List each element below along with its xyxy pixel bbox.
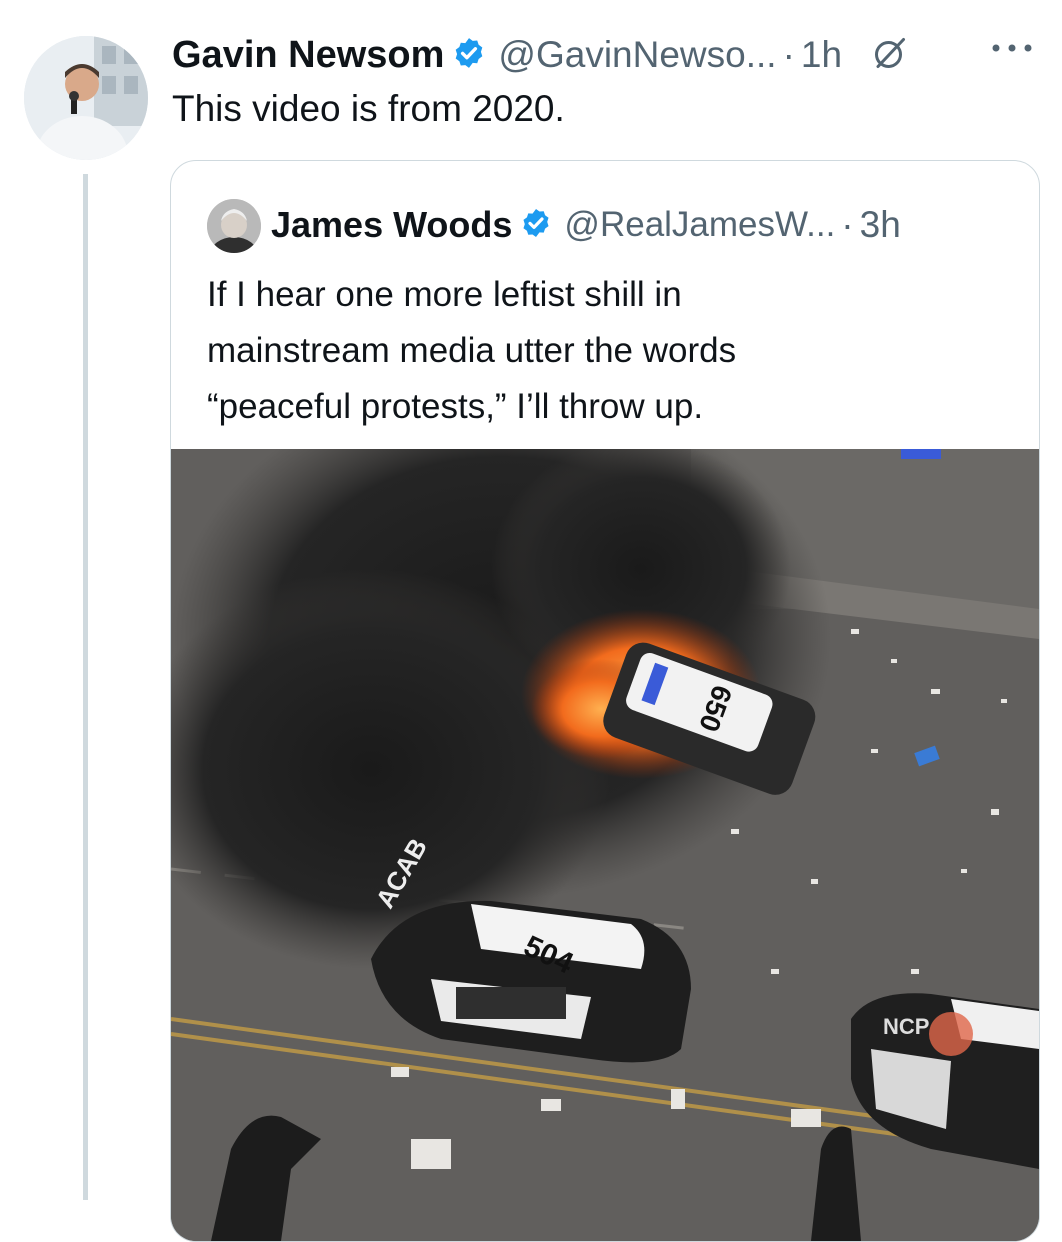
more-icon[interactable]	[990, 38, 1034, 58]
verified-badge-icon	[444, 36, 486, 75]
separator-dot: ·	[841, 204, 854, 245]
quoted-author-name[interactable]: James Woods	[271, 204, 512, 246]
quoted-tweet-time[interactable]: 3h	[860, 204, 901, 246]
quoted-text-line: “peaceful protests,” I’ll throw up.	[207, 387, 704, 426]
quoted-tweet-header: James Woods @RealJamesW... · 3h	[271, 201, 901, 249]
author-handle[interactable]: @GavinNewso...	[498, 34, 776, 76]
author-avatar[interactable]	[24, 36, 148, 160]
quoted-author-handle[interactable]: @RealJamesW...	[564, 205, 835, 245]
quoted-tweet[interactable]: James Woods @RealJamesW... · 3h If I hea…	[170, 160, 1040, 1242]
grok-icon[interactable]	[842, 35, 908, 76]
quoted-tweet-text: If I hear one more leftist shill in main…	[207, 267, 1007, 435]
tweet-time[interactable]: 1h	[801, 34, 842, 76]
tweet-header: Gavin Newsom @GavinNewso... · 1h	[172, 30, 908, 80]
car3-graffiti: NCP	[883, 1014, 929, 1039]
author-name[interactable]: Gavin Newsom	[172, 34, 444, 77]
tweet-text: This video is from 2020.	[172, 88, 565, 129]
quoted-author-avatar[interactable]	[207, 199, 261, 253]
quoted-text-line: mainstream media utter the words	[207, 331, 737, 370]
separator-dot: ·	[782, 34, 795, 75]
verified-badge-icon	[512, 207, 552, 244]
thread-line	[83, 174, 88, 1200]
quoted-text-line: If I hear one more leftist shill in	[207, 275, 682, 314]
tweet-media-video[interactable]: 650 504 ACAB NCP	[171, 449, 1039, 1241]
